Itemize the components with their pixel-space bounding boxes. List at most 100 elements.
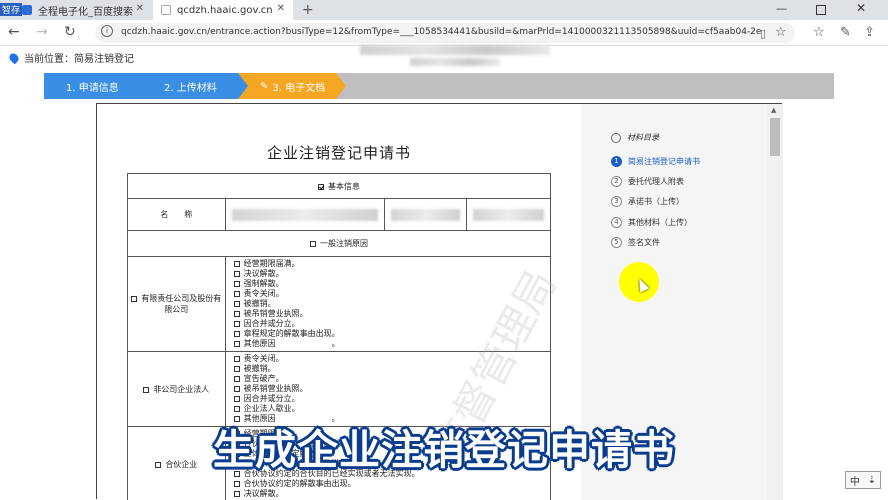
ime-language: 中 [850, 473, 860, 488]
option-item: 被撤销。 [234, 364, 550, 374]
option-checkbox [234, 301, 240, 307]
option-checkbox [234, 271, 240, 277]
step-electronic-docs[interactable]: ✎3. 电子文档 [238, 73, 346, 99]
toc-item-label: 其他材料（上传） [628, 217, 692, 228]
section-checkbox [143, 387, 149, 393]
toc-item-commitment[interactable]: 3 承诺书（上传） [611, 196, 684, 207]
option-checkbox [234, 311, 240, 317]
basic-info-header: 基本信息 [128, 174, 551, 199]
step-label: 2. 上传材料 [164, 79, 217, 94]
reading-view-icon[interactable]: ▯ [760, 27, 766, 40]
option-item: 决议解散。 [234, 489, 550, 499]
back-arrow-icon[interactable]: ← [8, 24, 20, 40]
ime-mode-icon: ⇣ [868, 475, 876, 486]
option-checkbox [234, 291, 240, 297]
option-text: 决议解散。 [244, 269, 284, 278]
option-item: 责令关闭。 [234, 354, 550, 364]
tab-baidu-search[interactable]: 全程电子化_百度搜索 ✕ [0, 0, 152, 20]
option-item: 其他原因 。 [234, 339, 550, 349]
address-bar: ← → ↻ i qcdzh.haaic.gov.cn/entrance.acti… [0, 20, 888, 46]
tab-close-icon[interactable]: ✕ [277, 3, 285, 14]
toc-number: 2 [611, 176, 622, 187]
favorite-star-icon[interactable]: ☆ [775, 25, 787, 40]
location-value[interactable]: 简易注销登记 [74, 50, 134, 65]
option-checkbox [234, 261, 240, 267]
option-text: 决议解散。 [244, 489, 284, 498]
redacted-name [232, 209, 379, 221]
option-item: 强制解散。 [234, 279, 550, 289]
toc-item-application[interactable]: 1 简易注销登记申请书 [611, 156, 700, 167]
name-value-cell [467, 199, 551, 231]
page-favicon-icon [161, 5, 171, 15]
share-icon[interactable]: ⇪ [864, 25, 875, 40]
redacted-code [473, 209, 544, 221]
toc-item-other-materials[interactable]: 4 其他材料（上传） [611, 217, 692, 228]
basic-info-label: 基本信息 [328, 182, 360, 191]
option-text: 强制解散。 [244, 279, 284, 288]
option-text: 企业法人歇业。 [244, 404, 300, 413]
favorites-hub-icon[interactable]: ☆ [813, 25, 825, 40]
reason-header-label: 一般注销原因 [320, 239, 368, 248]
toc-number: 1 [611, 156, 622, 167]
toc-title: 材料目录 [611, 132, 659, 143]
option-checkbox [234, 341, 240, 347]
option-text: 章程规定的解散事由出现。 [244, 329, 340, 338]
toc-number: 4 [611, 217, 622, 228]
option-checkbox [234, 386, 240, 392]
option-item: 经营期限届满。 [234, 259, 550, 269]
option-item: 被吊销营业执照。 [234, 384, 550, 394]
option-text: 因合并或分立。 [244, 319, 300, 328]
url-text[interactable]: qcdzh.haaic.gov.cn/entrance.action?busiT… [121, 27, 761, 37]
toc-title-label: 材料目录 [627, 132, 659, 143]
option-text: 责令关闭。 [244, 289, 284, 298]
option-checkbox [234, 376, 240, 382]
toc-item-label: 签名文件 [628, 237, 660, 248]
tab-close-icon[interactable]: ✕ [136, 3, 144, 14]
pencil-icon: ✎ [260, 81, 268, 92]
breadcrumb: 当前位置： 简易注销登记 [10, 50, 134, 65]
option-checkbox [234, 396, 240, 402]
option-text: 因合并或分立。 [244, 394, 300, 403]
forward-arrow-icon[interactable]: → [36, 24, 48, 40]
video-caption: 生成企业注销登记申请书 [0, 416, 888, 476]
option-text: 被撤销。 [244, 299, 276, 308]
option-item: 因合并或分立。 [234, 394, 550, 404]
option-item: 责令关闭。 [234, 289, 550, 299]
site-info-icon[interactable]: i [101, 25, 113, 37]
option-text: 被吊销营业执照。 [244, 384, 308, 393]
baidu-favicon-icon [22, 5, 32, 15]
option-item: 宣告破产。 [234, 374, 550, 384]
toc-item-agent-form[interactable]: 2 委托代理人附表 [611, 176, 684, 187]
toc-item-signature[interactable]: 5 签名文件 [611, 237, 660, 248]
step-upload-materials[interactable]: 2. 上传材料 [142, 73, 250, 99]
scroll-up-arrow-icon[interactable]: ▲ [771, 106, 776, 114]
reason-header: 一般注销原因 [128, 231, 551, 257]
option-text: 合伙协议约定的解散事由出现。 [244, 479, 356, 488]
tab-title: 全程电子化_百度搜索 [38, 3, 133, 18]
redacted-company-name [360, 45, 550, 55]
step-application-info[interactable]: 1. 申请信息 [44, 73, 154, 99]
window-minimize-button[interactable]: — [776, 2, 787, 15]
name-value-cell [385, 199, 467, 231]
scroll-thumb[interactable] [770, 118, 780, 156]
new-tab-button[interactable]: + [302, 2, 314, 18]
option-text: 其他原因 。 [244, 339, 340, 348]
option-checkbox [234, 321, 240, 327]
ime-indicator[interactable]: 中 ⇣ [845, 471, 881, 489]
toc-item-label: 委托代理人附表 [628, 176, 684, 187]
option-item: 被吊销营业执照。 [234, 309, 550, 319]
option-item: 企业法人歇业。 [234, 404, 550, 414]
window-maximize-button[interactable] [816, 5, 826, 15]
window-close-button[interactable]: ✕ [856, 1, 866, 15]
name-value-cell [225, 199, 385, 231]
option-checkbox [234, 481, 240, 487]
section-label-llc: 有限责任公司及股份有限公司 [128, 257, 226, 352]
url-field[interactable]: i qcdzh.haaic.gov.cn/entrance.action?bus… [95, 23, 795, 43]
reload-icon[interactable]: ↻ [64, 24, 76, 40]
option-item: 决议解散。 [234, 269, 550, 279]
option-checkbox [234, 406, 240, 412]
web-note-pen-icon[interactable]: ✎ [840, 25, 851, 40]
toc-number: 3 [611, 196, 622, 207]
section-label: 非公司企业法人 [153, 385, 209, 394]
tab-qcdzh[interactable]: qcdzh.haaic.gov.cn ✕ [153, 0, 293, 20]
